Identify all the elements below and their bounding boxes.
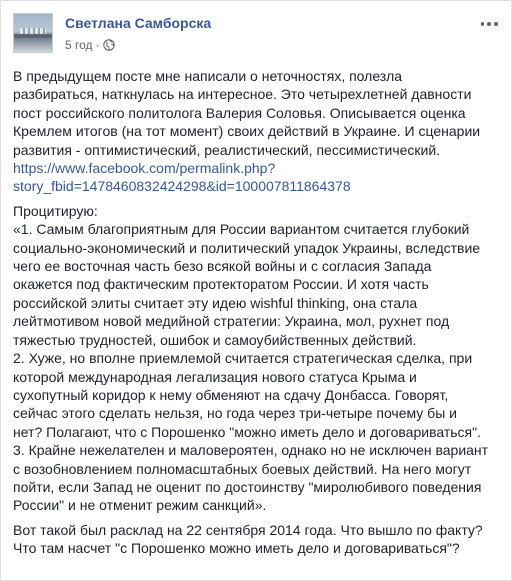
author-name[interactable]: Светлана Самборска [65, 15, 211, 31]
text-line: Процитирую: [13, 202, 98, 219]
text-line: тяжестью трудностей, ошибок и самоубийст… [13, 331, 417, 348]
post-card: Светлана Самборска 5 год · В предыдущем … [0, 0, 512, 581]
post-header: Светлана Самборска 5 год · [13, 13, 499, 53]
paragraph-conclusion: Вот такой был расклад на 22 сентября 201… [13, 521, 499, 558]
post-timestamp[interactable]: 5 год [65, 38, 93, 52]
text-line: с возобновлением полномасштабных боевых … [13, 460, 472, 477]
permalink-link[interactable]: story_fbid=1478460832424298&id=100007811… [13, 177, 499, 195]
text-line: 2. Хуже, но вполне приемлемой считается … [13, 350, 473, 367]
globe-icon[interactable] [102, 39, 115, 51]
text-line: чего ее восточная часть безо всякой войн… [13, 258, 432, 275]
text-line: Что там насчет "с Порошенко можно иметь … [13, 540, 460, 557]
text-line: Кремлем итогов (на тот момент) своих дей… [13, 123, 481, 140]
text-line: пост российского политолога Валерия Соло… [13, 104, 466, 121]
text-line: российской элиты считает эту идею wishfu… [13, 294, 418, 311]
text-line: которой международная легализация нового… [13, 368, 417, 385]
text-line: социально-экономический и политический у… [13, 239, 481, 256]
text-line: В предыдущем посте мне написали о неточн… [13, 68, 403, 84]
text-line: пойти, если Запад не оценит по достоинст… [13, 478, 482, 495]
more-icon[interactable] [479, 17, 499, 31]
text-line: нет? Полагают, что с Порошенко "можно им… [13, 423, 481, 440]
text-line: России" и не отменит режим санкций». [13, 497, 267, 514]
text-line: окажется под фактическим протекторатом Р… [13, 276, 429, 293]
text-line: сухопутный коридор к нему обменяют на сд… [13, 386, 449, 403]
permalink-link[interactable]: https://www.facebook.com/permalink.php? [13, 159, 499, 177]
text-line: сейчас этого сделать нельзя, но года чер… [13, 405, 457, 422]
text-line: разбираться, наткнулась на интересное. Э… [13, 86, 472, 103]
avatar[interactable] [13, 13, 53, 53]
meta-separator: · [95, 38, 100, 52]
text-line: лейтмотивом новой медийной стратегии: Ук… [13, 313, 450, 330]
post-meta: 5 год · [65, 38, 115, 52]
post-body: В предыдущем посте мне написали о неточн… [13, 67, 499, 564]
text-line: 3. Крайне нежелателен и маловероятен, од… [13, 442, 489, 459]
paragraph-intro: В предыдущем посте мне написали о неточн… [13, 67, 499, 196]
paragraph-quote: Процитирую: «1. Самым благоприятным для … [13, 202, 499, 515]
text-line: развития - оптимистический, реалистическ… [13, 141, 441, 158]
text-line: «1. Самым благоприятным для России вариа… [13, 221, 470, 238]
text-line: Вот такой был расклад на 22 сентября 201… [13, 521, 483, 538]
